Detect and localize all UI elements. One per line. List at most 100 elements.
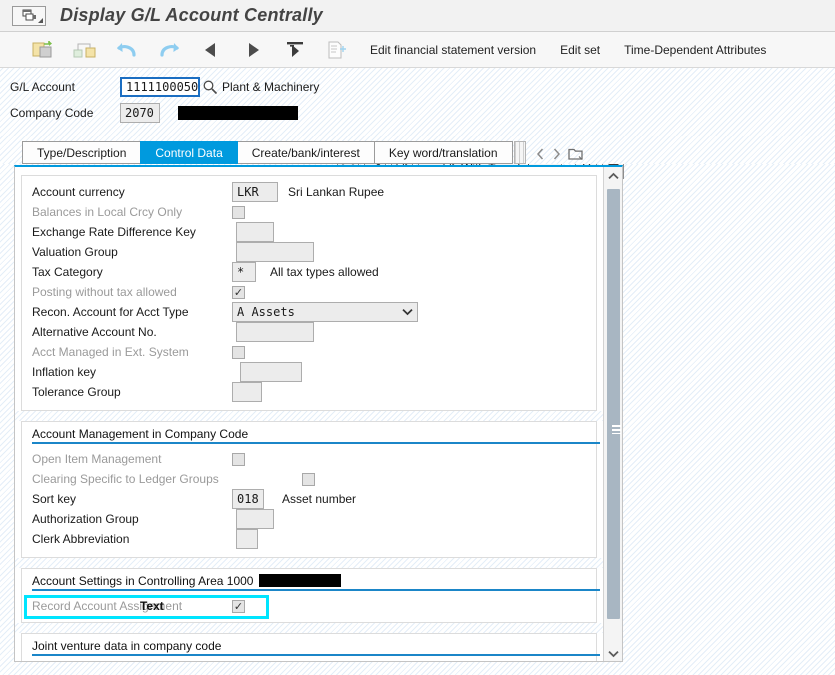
print-icon[interactable]: [274, 37, 316, 63]
edit-set-button[interactable]: Edit set: [548, 37, 612, 63]
tolerance-group-input[interactable]: [232, 382, 262, 402]
exchange-rate-difference-key-input[interactable]: [236, 222, 274, 242]
previous-icon[interactable]: [190, 37, 232, 63]
record-account-assignment-overlay-text: Text: [140, 599, 164, 613]
document-edit-icon: [316, 37, 358, 63]
main-toolbar: Edit financial statement version Edit se…: [0, 32, 835, 68]
field-account-currency: Account currency LKR Sri Lankan Rupee: [32, 182, 596, 202]
recon-account-for-acct-type-value: A Assets: [237, 305, 295, 319]
field-sort-key: Sort key 018 Asset number: [32, 489, 596, 509]
title-bar: Display G/L Account Centrally: [0, 0, 835, 32]
field-exchange-rate-difference-key: Exchange Rate Difference Key: [32, 222, 596, 242]
chevron-up-icon[interactable]: [604, 167, 622, 184]
account-header-area: G/L Account 1111100050 Plant & Machinery…: [0, 68, 835, 179]
scrollbar-thumb[interactable]: [607, 189, 621, 619]
window-menu-icon[interactable]: [12, 5, 46, 26]
tab-key-word-translation[interactable]: Key word/translation: [373, 141, 513, 164]
gl-account-row: G/L Account 1111100050 Plant & Machinery: [10, 76, 835, 98]
recon-account-for-acct-type-select[interactable]: A Assets: [232, 302, 418, 322]
sort-key-input[interactable]: 018: [232, 489, 264, 509]
sort-key-description: Asset number: [282, 492, 357, 506]
field-alternative-account-no: Alternative Account No.: [32, 322, 596, 342]
clearing-specific-to-ledger-groups-checkbox[interactable]: [302, 472, 315, 486]
section-account-management: Account Management in Company Code Open …: [21, 421, 600, 558]
open-folder-icon[interactable]: [22, 37, 64, 63]
open-item-management-label: Open Item Management: [32, 452, 162, 466]
company-code-input[interactable]: 2070: [120, 103, 160, 123]
alternative-account-no-label: Alternative Account No.: [32, 325, 157, 339]
search-help-icon[interactable]: [202, 79, 218, 95]
field-recovery-indicator: Recovery Indicator: [32, 661, 596, 662]
next-icon[interactable]: [232, 37, 274, 63]
field-balances-in-local-crcy-only: Balances in Local Crcy Only: [32, 202, 596, 222]
control-data-panel: Account currency LKR Sri Lankan Rupee Ba…: [14, 165, 623, 662]
field-clearing-specific-to-ledger-groups: Clearing Specific to Ledger Groups: [32, 469, 596, 489]
section-joint-venture-title: Joint venture data in company code: [32, 639, 600, 656]
authorization-group-input[interactable]: [236, 509, 274, 529]
company-code-description-redacted: [178, 106, 298, 120]
company-code-row: Company Code 2070: [10, 102, 835, 124]
field-open-item-management: Open Item Management: [32, 449, 596, 469]
field-clerk-abbreviation: Clerk Abbreviation: [32, 529, 596, 549]
section-spacer: [15, 411, 603, 421]
tab-strip: Type/Description Control Data Create/ban…: [0, 136, 835, 164]
balances-in-local-crcy-only-checkbox[interactable]: [232, 205, 245, 219]
tab-list-icon[interactable]: [567, 147, 583, 164]
tab-control-data[interactable]: Control Data: [140, 141, 238, 164]
gl-account-label: G/L Account: [10, 80, 75, 94]
record-account-assignment-checkbox[interactable]: ✓: [232, 599, 245, 613]
redo-icon[interactable]: [148, 37, 190, 63]
balances-in-local-crcy-only-label: Balances in Local Crcy Only: [32, 205, 183, 219]
tab-resize-handle[interactable]: [513, 141, 526, 164]
posting-without-tax-allowed-label: Posting without tax allowed: [32, 285, 177, 299]
sort-key-label: Sort key: [32, 492, 77, 506]
edit-financial-statement-version-button[interactable]: Edit financial statement version: [358, 37, 548, 63]
valuation-group-label: Valuation Group: [32, 245, 118, 259]
undo-icon[interactable]: [106, 37, 148, 63]
account-currency-description: Sri Lankan Rupee: [288, 185, 385, 199]
tax-category-input[interactable]: *: [232, 262, 256, 282]
page-title: Display G/L Account Centrally: [60, 5, 323, 25]
field-authorization-group: Authorization Group: [32, 509, 596, 529]
chevron-right-icon[interactable]: [552, 148, 561, 163]
clerk-abbreviation-label: Clerk Abbreviation: [32, 532, 130, 546]
authorization-group-label: Authorization Group: [32, 512, 139, 526]
account-currency-input[interactable]: LKR: [232, 182, 278, 202]
field-tolerance-group: Tolerance Group: [32, 382, 596, 402]
section-spacer: [15, 558, 603, 568]
inflation-key-label: Inflation key: [32, 365, 97, 379]
posting-without-tax-allowed-checkbox[interactable]: ✓: [232, 285, 245, 299]
section-account-management-title: Account Management in Company Code: [32, 427, 600, 444]
section-joint-venture: Joint venture data in company code Recov…: [21, 633, 600, 662]
tab-create-bank-interest[interactable]: Create/bank/interest: [236, 141, 375, 164]
open-item-management-checkbox[interactable]: [232, 452, 245, 466]
field-recon-account-for-acct-type: Recon. Account for Acct Type A Assets: [32, 302, 596, 322]
chevron-down-icon: [402, 305, 413, 319]
account-currency-label: Account currency: [32, 185, 125, 199]
acct-managed-in-ext-system-label: Acct Managed in Ext. System: [32, 345, 189, 359]
valuation-group-input[interactable]: [236, 242, 314, 262]
field-inflation-key: Inflation key: [32, 362, 596, 382]
clearing-specific-to-ledger-groups-label: Clearing Specific to Ledger Groups: [32, 472, 219, 486]
recovery-indicator-input[interactable]: [236, 661, 258, 662]
record-account-assignment-label: Record Account Assignment: [32, 599, 183, 613]
section-spacer: [15, 623, 603, 633]
field-posting-without-tax-allowed: Posting without tax allowed ✓: [32, 282, 596, 302]
alternative-account-no-input[interactable]: [236, 322, 314, 342]
tab-type-description[interactable]: Type/Description: [22, 141, 142, 164]
vertical-scrollbar[interactable]: [603, 167, 622, 661]
gl-account-input[interactable]: 1111100050: [120, 77, 200, 97]
time-dependent-attributes-button[interactable]: Time-Dependent Attributes: [612, 37, 778, 63]
clerk-abbreviation-input[interactable]: [236, 529, 258, 549]
field-acct-managed-in-ext-system: Acct Managed in Ext. System: [32, 342, 596, 362]
save-as-icon: [64, 37, 106, 63]
acct-managed-in-ext-system-checkbox[interactable]: [232, 345, 245, 359]
inflation-key-input[interactable]: [240, 362, 302, 382]
field-valuation-group: Valuation Group: [32, 242, 596, 262]
chevron-down-icon[interactable]: [604, 645, 622, 661]
dropdown-triangle-icon: [38, 17, 43, 23]
company-code-label: Company Code: [10, 106, 94, 120]
scroll-grip-icon: [612, 425, 621, 434]
gl-account-description: Plant & Machinery: [222, 80, 320, 94]
chevron-left-icon[interactable]: [536, 148, 545, 163]
